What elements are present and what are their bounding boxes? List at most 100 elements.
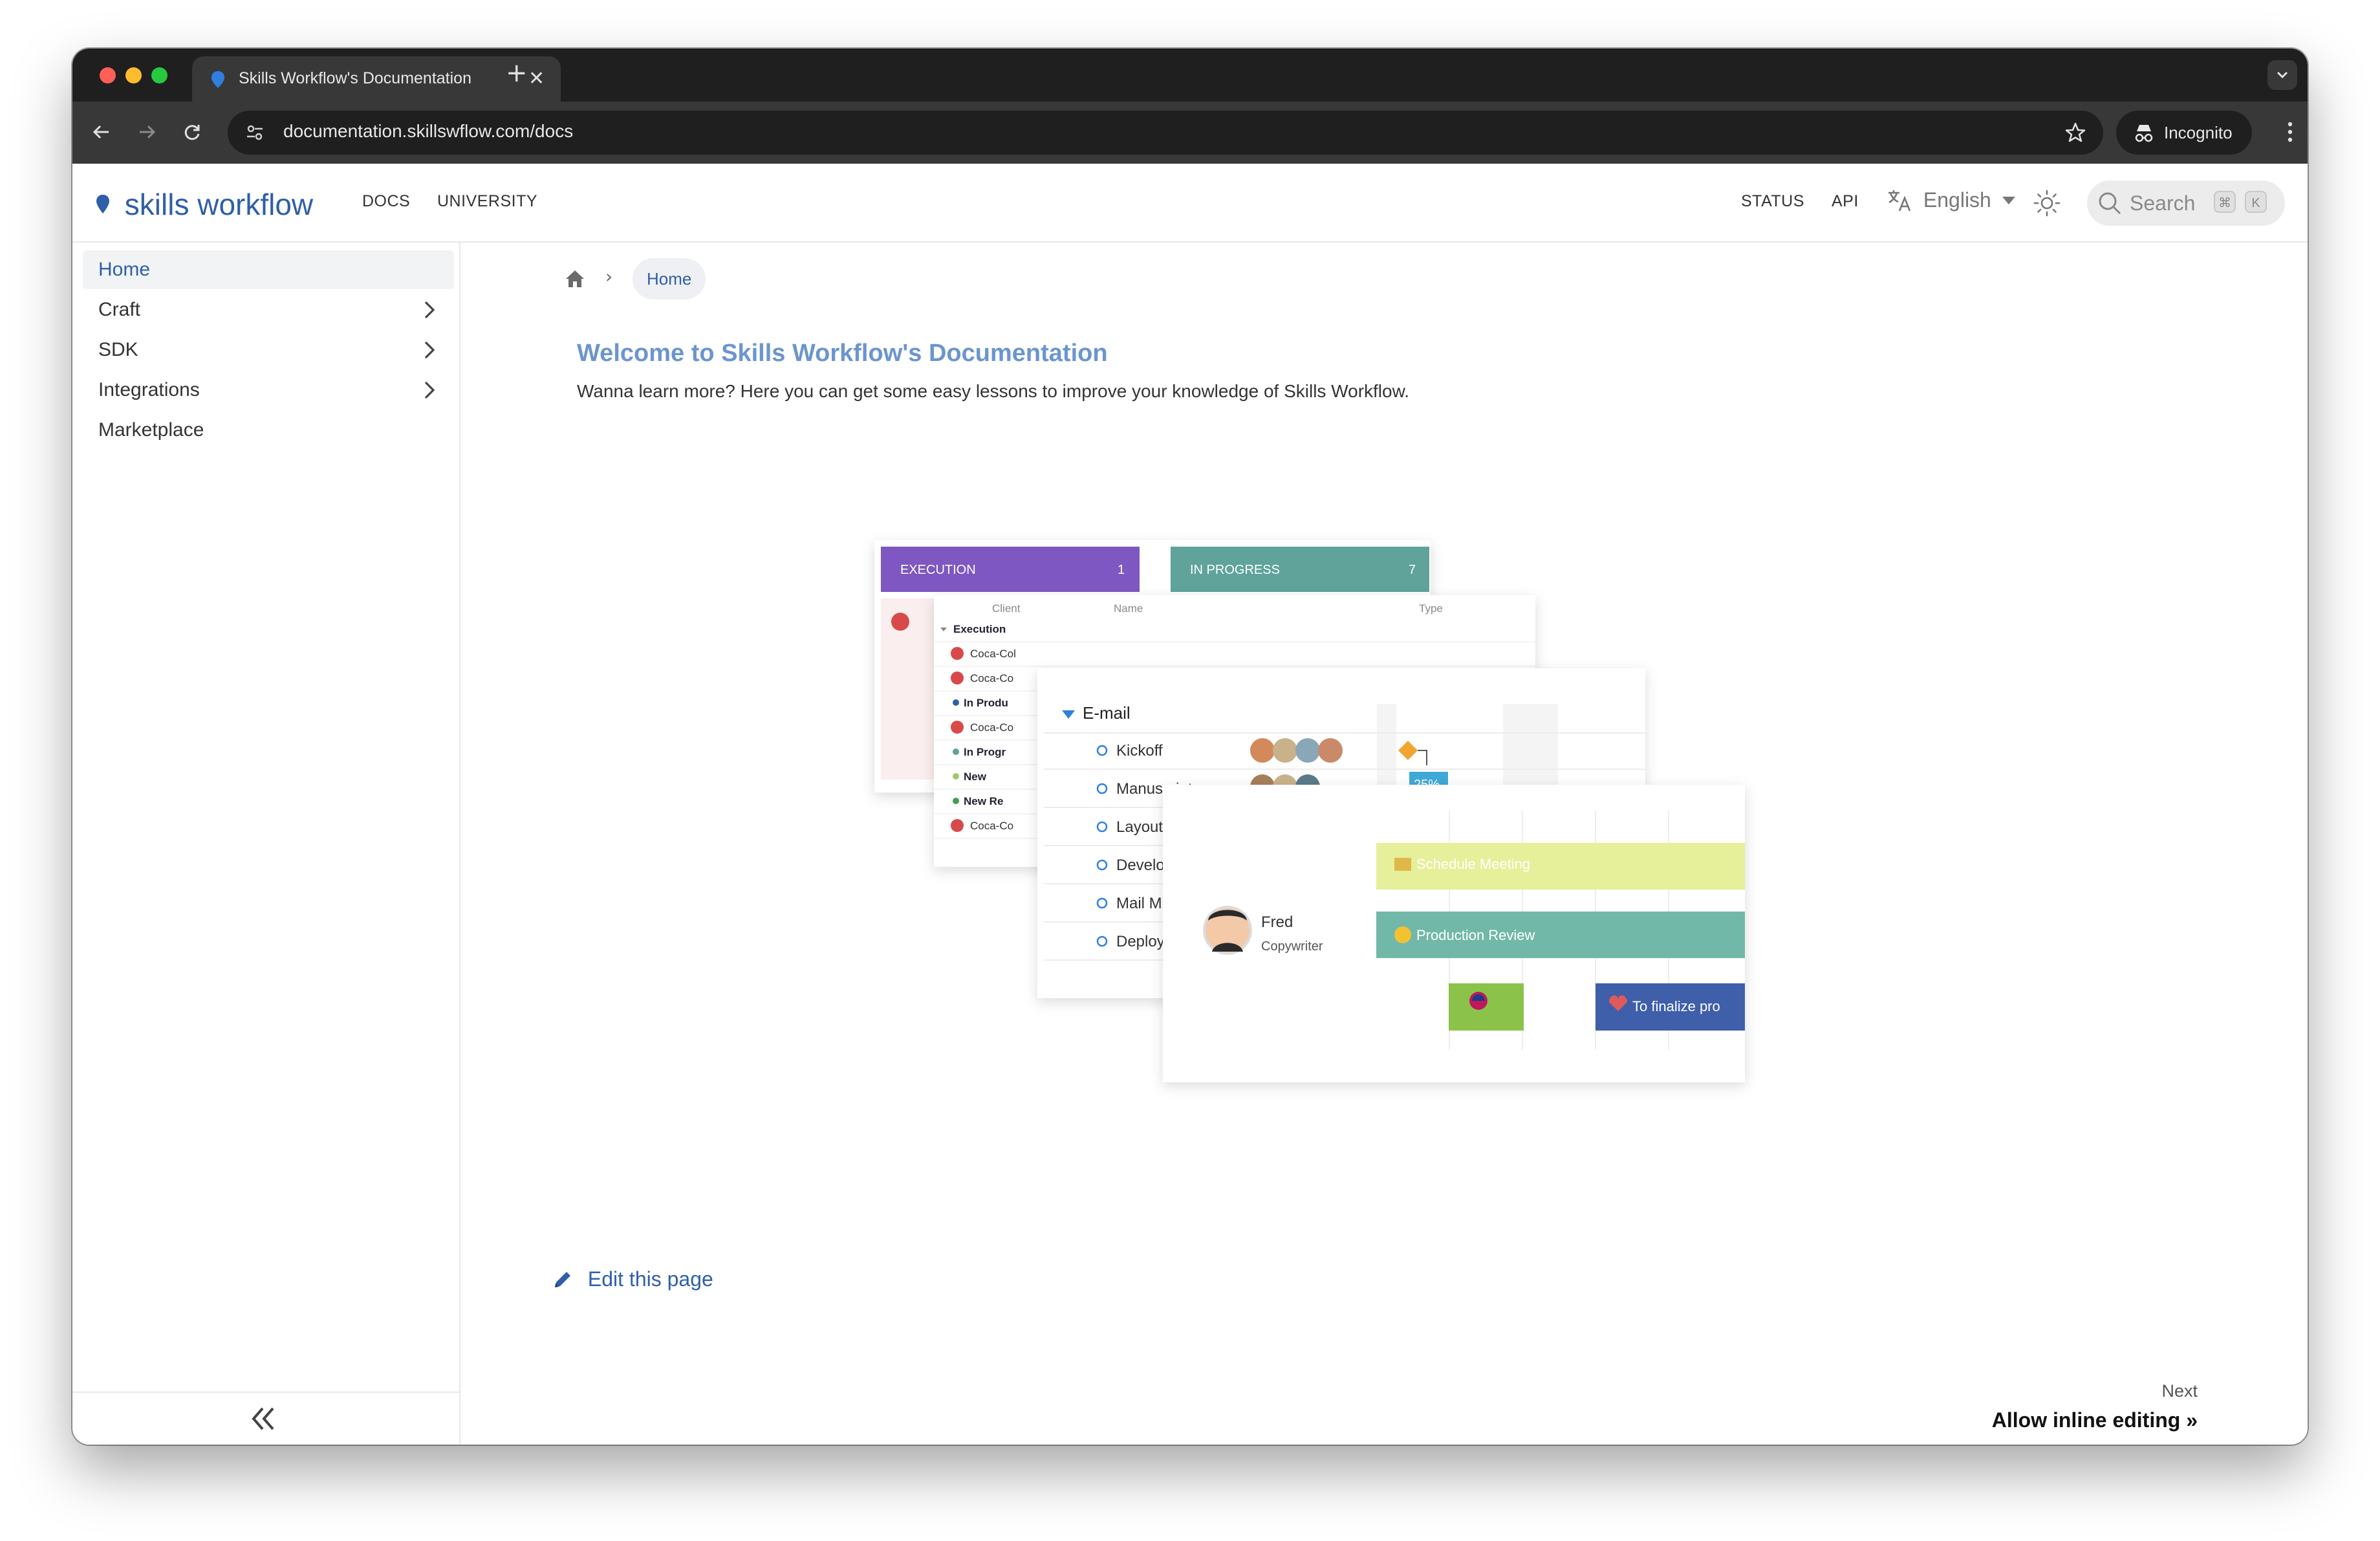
table-row-label: Execution <box>953 623 1006 635</box>
url-text: documentation.skillswflow.com/docs <box>283 121 574 141</box>
translate-icon <box>1888 190 1911 212</box>
gantt-task-label: Develo <box>1116 857 1165 874</box>
kanban-column-label: EXECUTION <box>900 563 976 577</box>
logo-text: skills workflow <box>124 187 314 221</box>
caret-down-icon <box>2002 196 2015 204</box>
kanban-column-count: 1 <box>1118 563 1125 577</box>
collapse-sidebar-button[interactable] <box>72 1392 459 1445</box>
double-chevron-left-icon <box>252 1407 274 1430</box>
nav-api-link[interactable]: API <box>1832 192 1859 211</box>
documentation-site: skills workflow DOCS UNIVERSITY STATUS A… <box>72 164 2308 1445</box>
client-logo-icon <box>951 721 964 734</box>
forward-button[interactable] <box>131 116 163 148</box>
search-button[interactable]: Search ⌘ K <box>2087 180 2285 226</box>
page-intro: Wanna learn more? Here you can get some … <box>577 381 1410 401</box>
sidebar-item-integrations[interactable]: Integrations <box>83 371 454 410</box>
search-placeholder: Search <box>2130 191 2196 215</box>
event-icon <box>1394 926 1411 943</box>
pin-icon <box>211 71 224 88</box>
pencil-icon <box>555 1271 570 1287</box>
table-header: Name <box>1114 602 1143 615</box>
language-label: English <box>1923 188 1991 212</box>
minimize-window-button[interactable] <box>125 67 142 83</box>
arrow-left-icon <box>92 125 109 139</box>
tab-search-button[interactable] <box>2267 60 2297 90</box>
close-tab-icon[interactable]: ✕ <box>528 68 545 90</box>
gantt-task-label: Deploy <box>1116 933 1165 950</box>
main-content: › Home Welcome to Skills Workflow's Docu… <box>460 243 2308 1445</box>
event-label: To finalize pro <box>1632 998 1720 1014</box>
sidebar-item-sdk[interactable]: SDK <box>83 331 454 369</box>
incognito-icon <box>2135 125 2153 142</box>
site-header: skills workflow DOCS UNIVERSITY STATUS A… <box>72 164 2308 243</box>
bookmark-star-icon[interactable] <box>2064 118 2086 151</box>
tab-strip: Skills Workflow's Documentation ✕ + <box>72 49 2308 102</box>
table-row-label: In Produ <box>964 697 1008 709</box>
sidebar-item-label: Home <box>98 259 151 280</box>
edit-page-link[interactable]: Edit this page <box>552 1266 713 1291</box>
tab-title: Skills Workflow's Documentation <box>239 69 471 87</box>
event-icon <box>1394 858 1411 871</box>
status-dot <box>953 749 959 755</box>
chevron-right-icon[interactable] <box>418 298 441 322</box>
home-icon[interactable] <box>564 268 586 289</box>
close-window-button[interactable] <box>100 67 116 83</box>
kanban-column-count: 7 <box>1409 563 1416 577</box>
event-label: Production Review <box>1416 927 1535 943</box>
table-row-label: New <box>964 770 987 783</box>
gantt-task-label: Layout <box>1116 818 1163 836</box>
next-page-link[interactable]: Allow inline editing » <box>1992 1408 2198 1432</box>
sun-icon[interactable] <box>2032 188 2062 218</box>
docs-sidebar: Home Craft SDK Integrations Marketplace <box>72 243 460 1445</box>
chevron-right-icon[interactable] <box>418 338 441 362</box>
gantt-task-label: Mail M <box>1116 895 1162 912</box>
gantt-group-label: E-mail <box>1083 703 1130 723</box>
sidebar-item-craft[interactable]: Craft <box>83 290 454 329</box>
back-button[interactable] <box>85 116 118 148</box>
client-logo-icon <box>951 672 964 684</box>
status-dot <box>953 798 959 804</box>
status-dot <box>953 699 959 706</box>
maximize-window-button[interactable] <box>151 67 168 83</box>
table-header: Type <box>1419 602 1443 615</box>
more-vertical-icon <box>2288 122 2293 142</box>
incognito-label: Incognito <box>2164 123 2233 142</box>
table-row-label: Coca-Co <box>970 721 1013 734</box>
reload-icon <box>184 125 200 140</box>
sidebar-item-marketplace[interactable]: Marketplace <box>83 411 454 450</box>
client-logo-icon <box>951 819 964 832</box>
search-icon <box>2099 192 2121 215</box>
breadcrumb-separator: › <box>605 266 613 287</box>
site-info-button[interactable] <box>242 120 268 146</box>
person-role: Copywriter <box>1261 939 1323 954</box>
table-row-label: In Progr <box>964 746 1006 758</box>
reload-button[interactable] <box>176 116 208 148</box>
table-header: Client <box>992 602 1021 615</box>
new-tab-button[interactable]: + <box>506 60 528 86</box>
chevron-right-icon[interactable] <box>418 378 441 402</box>
breadcrumb-current: Home <box>633 258 706 300</box>
person-avatar <box>1203 906 1252 955</box>
calendar-card: Schedule Meeting Production Review To fi… <box>1163 785 1745 1082</box>
event-label: Schedule Meeting <box>1416 856 1530 872</box>
client-logo-icon <box>951 647 964 660</box>
address-bar[interactable]: documentation.skillswflow.com/docs <box>228 111 2103 155</box>
nav-docs-link[interactable]: DOCS <box>362 192 410 211</box>
browser-toolbar: documentation.skillswflow.com/docs Incog… <box>72 102 2308 164</box>
incognito-profile-button[interactable]: Incognito <box>2116 111 2252 155</box>
language-selector[interactable]: English <box>1887 187 2015 218</box>
browser-menu-button[interactable] <box>2287 116 2293 152</box>
sidebar-item-home[interactable]: Home <box>83 250 454 289</box>
event-bar <box>1449 983 1524 1031</box>
site-logo[interactable]: skills workflow <box>96 184 313 221</box>
status-dot <box>953 773 959 780</box>
client-logo-icon <box>891 613 909 631</box>
page-title: Welcome to Skills Workflow's Documentati… <box>577 340 1108 367</box>
logo-pin-icon <box>96 194 109 213</box>
tune-icon <box>247 125 263 140</box>
arrow-right-icon <box>140 125 156 139</box>
nav-status-link[interactable]: STATUS <box>1741 192 1804 211</box>
next-label: Next <box>2161 1381 2198 1401</box>
nav-university-link[interactable]: UNIVERSITY <box>437 192 537 211</box>
person-name: Fred <box>1261 913 1293 931</box>
